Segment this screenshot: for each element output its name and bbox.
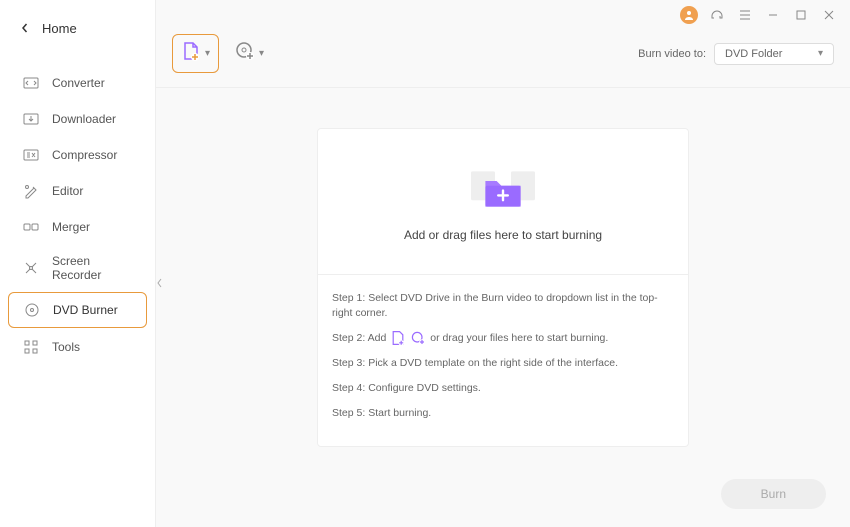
- add-disc-icon: [235, 41, 255, 66]
- toolbar: ▾ ▾ Burn video to: DVD Folder ▾: [156, 30, 850, 88]
- titlebar: [156, 0, 850, 30]
- merger-icon: [22, 218, 40, 236]
- sidebar-item-screen-recorder[interactable]: Screen Recorder: [8, 246, 147, 290]
- sidebar-item-label: Editor: [52, 184, 83, 198]
- sidebar-item-label: Screen Recorder: [52, 254, 133, 282]
- chevron-down-icon: ▾: [818, 48, 823, 59]
- chevron-down-icon: ▾: [205, 48, 210, 59]
- burn-button[interactable]: Burn: [721, 479, 826, 509]
- dropzone-top: Add or drag files here to start burning: [318, 129, 688, 275]
- add-disc-button[interactable]: ▾: [227, 35, 272, 72]
- minimize-icon[interactable]: [764, 6, 782, 24]
- step-1: Step 1: Select DVD Drive in the Burn vid…: [332, 291, 674, 320]
- sidebar-item-label: Downloader: [52, 112, 116, 126]
- add-file-button[interactable]: ▾: [172, 34, 219, 73]
- folder-plus-icon: [463, 162, 543, 216]
- dvd-burner-icon: [23, 301, 41, 319]
- maximize-icon[interactable]: [792, 6, 810, 24]
- screen-recorder-icon: [22, 259, 40, 277]
- compressor-icon: [22, 146, 40, 164]
- burn-to-label: Burn video to:: [638, 48, 706, 60]
- editor-icon: [22, 182, 40, 200]
- home-title: Home: [42, 21, 77, 36]
- sidebar-item-label: Merger: [52, 220, 90, 234]
- back-icon[interactable]: [20, 20, 30, 36]
- sidebar-item-merger[interactable]: Merger: [8, 210, 147, 244]
- step-3: Step 3: Pick a DVD template on the right…: [332, 356, 674, 371]
- sidebar-item-tools[interactable]: Tools: [8, 330, 147, 364]
- burn-to-value: DVD Folder: [725, 48, 782, 60]
- content: Add or drag files here to start burning …: [156, 88, 850, 527]
- converter-icon: [22, 74, 40, 92]
- dropzone-text: Add or drag files here to start burning: [404, 228, 602, 242]
- step-5: Step 5: Start burning.: [332, 406, 674, 421]
- sidebar-header: Home: [0, 0, 155, 56]
- add-disc-icon: [410, 330, 426, 346]
- sidebar: Home Converter Downloader Compressor Edi…: [0, 0, 156, 527]
- burn-to-dropdown[interactable]: DVD Folder ▾: [714, 43, 834, 65]
- sidebar-item-label: Compressor: [52, 148, 117, 162]
- burn-to-section: Burn video to: DVD Folder ▾: [638, 43, 834, 65]
- step-4: Step 4: Configure DVD settings.: [332, 381, 674, 396]
- dropzone[interactable]: Add or drag files here to start burning …: [317, 128, 689, 447]
- add-file-icon: [390, 330, 406, 346]
- sidebar-item-editor[interactable]: Editor: [8, 174, 147, 208]
- sidebar-item-dvd-burner[interactable]: DVD Burner: [8, 292, 147, 328]
- menu-icon[interactable]: [736, 6, 754, 24]
- footer: Burn: [721, 479, 826, 509]
- add-file-icon: [181, 41, 201, 66]
- sidebar-item-converter[interactable]: Converter: [8, 66, 147, 100]
- sidebar-item-compressor[interactable]: Compressor: [8, 138, 147, 172]
- sidebar-item-label: Converter: [52, 76, 105, 90]
- headset-icon[interactable]: [708, 6, 726, 24]
- steps: Step 1: Select DVD Drive in the Burn vid…: [318, 275, 688, 446]
- downloader-icon: [22, 110, 40, 128]
- chevron-down-icon: ▾: [259, 48, 264, 59]
- main: ▾ ▾ Burn video to: DVD Folder ▾: [156, 0, 850, 527]
- sidebar-item-label: DVD Burner: [53, 303, 118, 317]
- tools-icon: [22, 338, 40, 356]
- sidebar-items: Converter Downloader Compressor Editor M…: [0, 56, 155, 374]
- sidebar-item-label: Tools: [52, 340, 80, 354]
- close-icon[interactable]: [820, 6, 838, 24]
- sidebar-item-downloader[interactable]: Downloader: [8, 102, 147, 136]
- step-2: Step 2: Add or drag your files here to s…: [332, 330, 674, 346]
- avatar-icon[interactable]: [680, 6, 698, 24]
